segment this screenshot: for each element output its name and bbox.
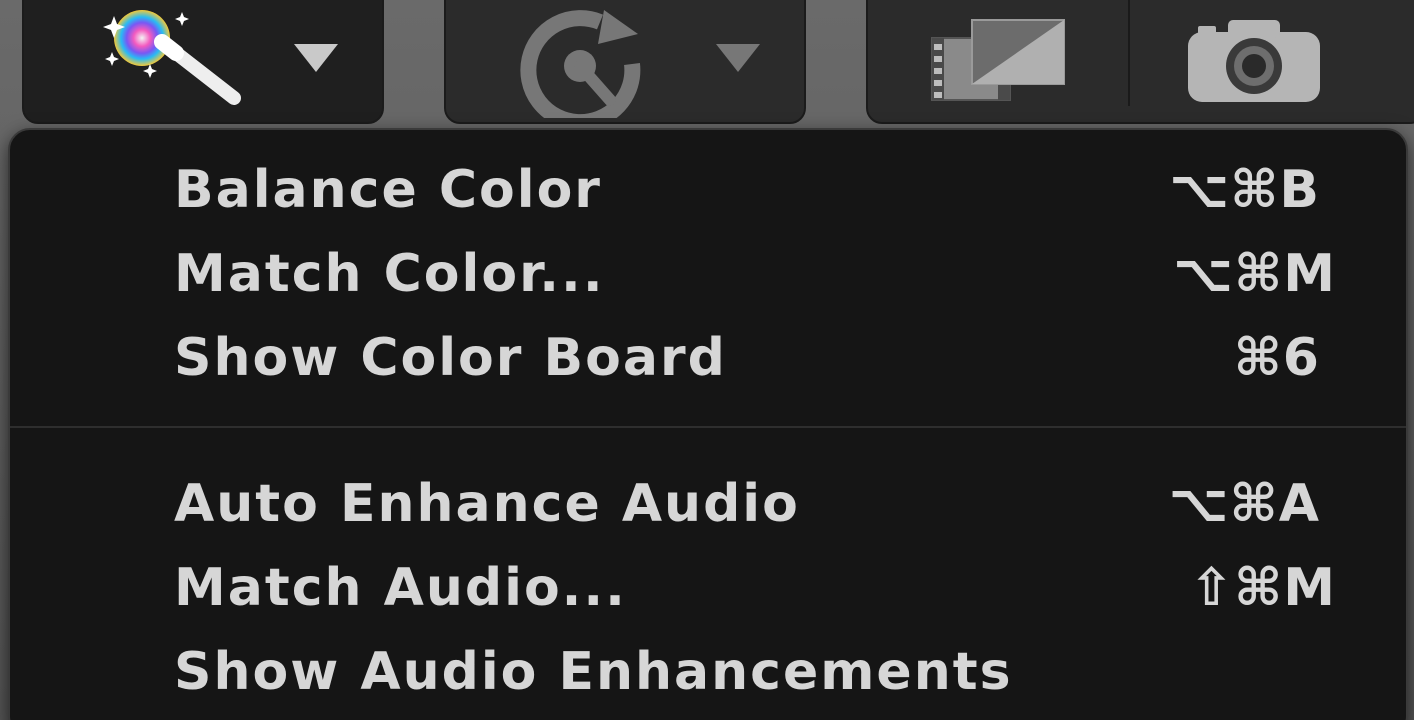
menu-item-auto-enhance-audio[interactable]: Auto Enhance Audio ⌥⌘A <box>10 466 1406 548</box>
triangle-down-icon <box>716 44 760 72</box>
media-browser-button-group <box>866 0 1414 124</box>
enhance-button[interactable] <box>22 0 384 124</box>
filmstrip-transitions-icon <box>931 19 1065 101</box>
menu-item-shortcut: ⌘6 <box>1233 328 1320 388</box>
menu-item-shortcut: ⌥⌘B <box>1169 160 1320 220</box>
menu-item-label: Show Color Board <box>174 328 727 388</box>
retime-button[interactable] <box>444 0 806 124</box>
app-window: Balance Color ⌥⌘B Match Color... ⌥⌘M Sho… <box>0 0 1414 720</box>
menu-item-label: Auto Enhance Audio <box>174 474 800 534</box>
camera-icon <box>1188 20 1320 102</box>
menu-item-balance-color[interactable]: Balance Color ⌥⌘B <box>10 152 1406 234</box>
menu-separator <box>10 426 1406 428</box>
speedometer-retime-icon <box>520 10 641 118</box>
transitions-button[interactable] <box>868 0 1128 106</box>
menu-item-match-color[interactable]: Match Color... ⌥⌘M <box>10 236 1406 318</box>
menu-item-match-audio[interactable]: Match Audio... ⇧⌘M <box>10 550 1406 632</box>
magic-wand-icon <box>103 10 241 105</box>
menu-item-label: Show Audio Enhancements <box>174 642 1013 702</box>
menu-item-show-color-board[interactable]: Show Color Board ⌘6 <box>10 320 1406 402</box>
menu-item-shortcut: ⇧⌘M <box>1189 558 1336 618</box>
triangle-down-icon <box>294 44 338 72</box>
menu-item-show-audio-enhancements[interactable]: Show Audio Enhancements <box>10 634 1406 716</box>
menu-item-label: Match Audio... <box>174 558 627 618</box>
menu-item-label: Match Color... <box>174 244 605 304</box>
menu-item-label: Balance Color <box>174 160 602 220</box>
menu-item-shortcut: ⌥⌘M <box>1173 244 1336 304</box>
enhance-dropdown-menu: Balance Color ⌥⌘B Match Color... ⌥⌘M Sho… <box>8 128 1408 720</box>
menu-item-shortcut: ⌥⌘A <box>1168 474 1320 534</box>
snapshot-button[interactable] <box>1130 0 1414 106</box>
